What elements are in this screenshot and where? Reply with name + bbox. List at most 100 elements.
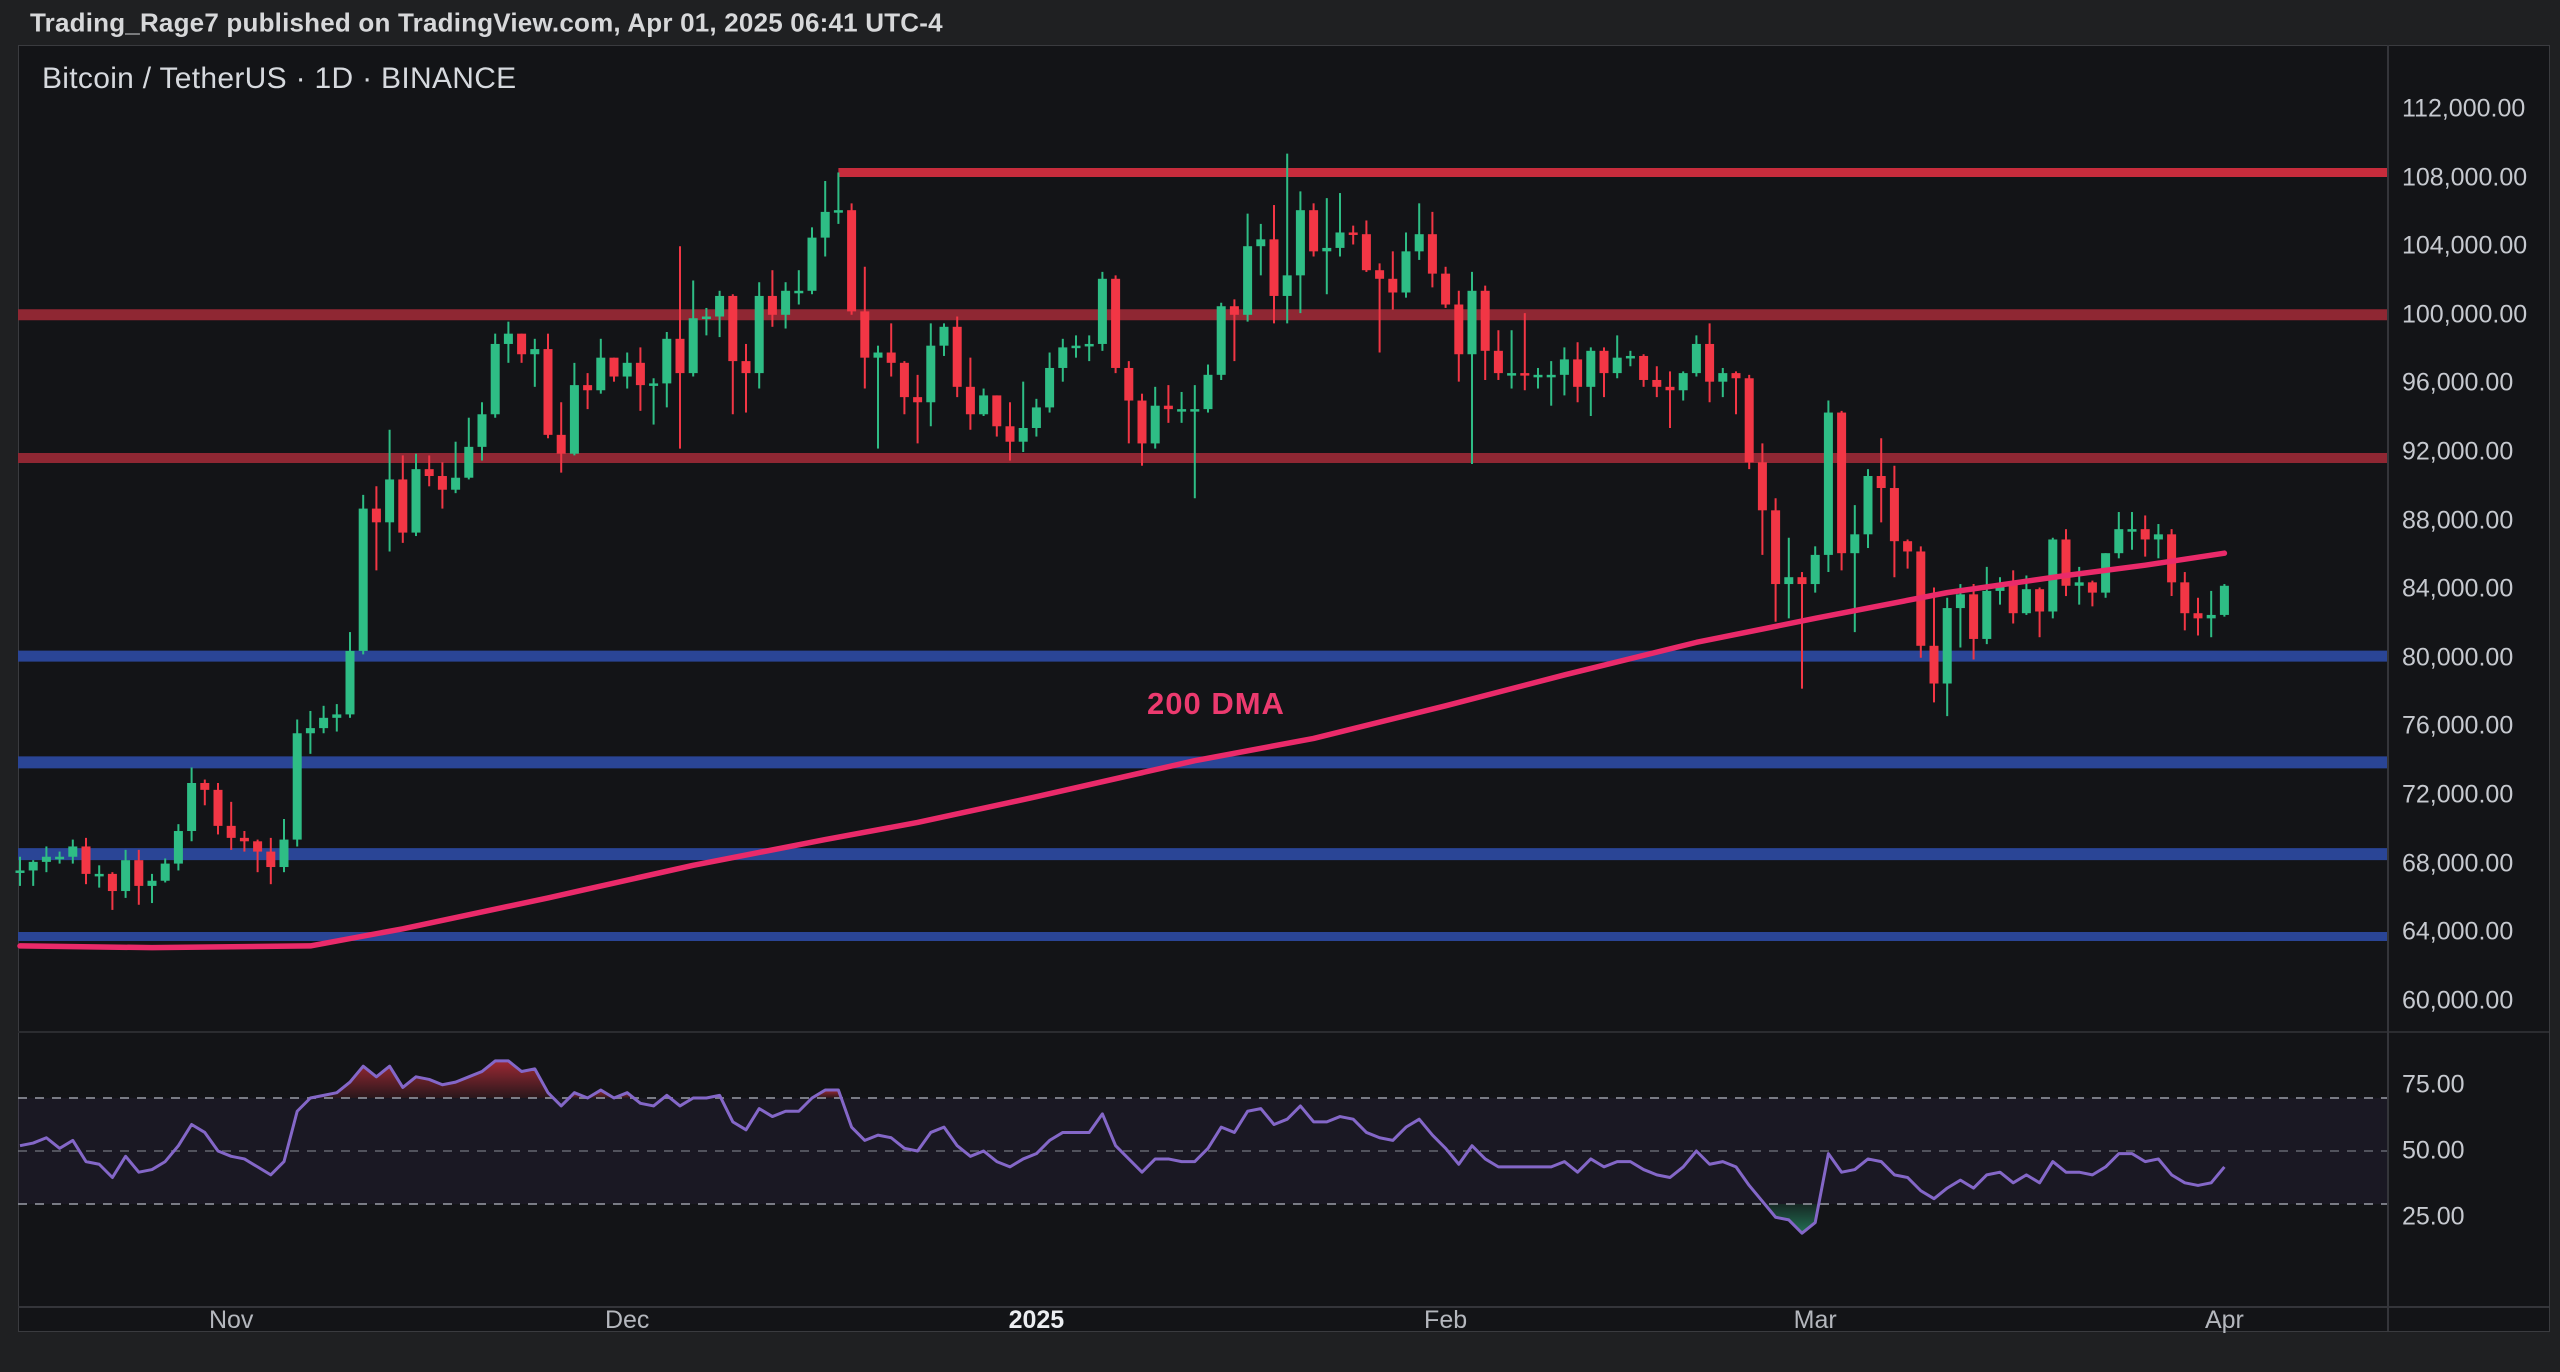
candle-body <box>1481 291 1490 351</box>
candle-body <box>1613 358 1622 373</box>
candle-body <box>1824 413 1833 555</box>
price-axis-label: 68,000.00 <box>2402 849 2513 878</box>
candle-body <box>478 414 487 447</box>
candle-body <box>2220 586 2229 615</box>
candle-body <box>1098 279 1107 344</box>
time-axis-label: Dec <box>605 1308 649 1332</box>
footer-bar: TradingView <box>0 1332 2560 1372</box>
price-axis-label: 60,000.00 <box>2402 986 2513 1015</box>
candle-body <box>1468 291 1477 354</box>
candle-body <box>649 383 658 386</box>
candle-body <box>1547 375 1556 378</box>
candle-body <box>1296 210 1305 275</box>
candle-body <box>1771 510 1780 584</box>
candle-body <box>702 317 711 320</box>
candle-body <box>1666 387 1675 390</box>
candle-body <box>2141 529 2150 539</box>
candle-body <box>1177 409 1186 412</box>
candle-body <box>1956 594 1965 608</box>
candle-body <box>121 860 130 891</box>
candle-body <box>1309 210 1318 251</box>
candle-body <box>1811 555 1820 584</box>
tradingview-snapshot: Trading_Rage7 published on TradingView.c… <box>0 0 2560 1372</box>
candle-body <box>359 509 368 651</box>
candle-body <box>1336 232 1345 247</box>
candle-body <box>1718 373 1727 382</box>
candle-body <box>1428 234 1437 273</box>
candle-body <box>227 826 236 838</box>
candle-body <box>1837 413 1846 554</box>
candle-body <box>2022 589 2031 613</box>
candle-body <box>161 864 170 881</box>
candle-body <box>412 469 421 532</box>
candle-body <box>1402 251 1411 292</box>
candle-body <box>1085 344 1094 347</box>
candle-body <box>1890 488 1899 541</box>
candle-body <box>926 346 935 403</box>
candle-body <box>781 291 790 315</box>
candle-body <box>1903 541 1912 551</box>
price-axis-label: 108,000.00 <box>2402 163 2527 192</box>
candle-body <box>860 311 869 357</box>
candle-body <box>16 870 25 873</box>
price-axis-label: 64,000.00 <box>2402 918 2513 947</box>
candle-body <box>2194 613 2203 618</box>
candle-body <box>1969 594 1978 639</box>
candle-body <box>1652 380 1661 387</box>
candle-body <box>966 387 975 414</box>
price-axis-label: 112,000.00 <box>2402 95 2525 124</box>
candle-body <box>346 651 355 714</box>
candle-body <box>570 385 579 454</box>
candle-body <box>834 210 843 213</box>
candle-body <box>1111 279 1120 368</box>
candle-body <box>808 238 817 291</box>
candle-body <box>1151 406 1160 444</box>
price-axis-label: 76,000.00 <box>2402 712 2513 741</box>
candle-body <box>676 339 685 373</box>
candle-body <box>2207 615 2216 618</box>
candle-body <box>1877 476 1886 488</box>
candle-body <box>1573 359 1582 386</box>
candle-body <box>1006 426 1015 441</box>
candle-body <box>1600 351 1609 373</box>
time-axis-label: Feb <box>1424 1308 1467 1332</box>
candle-body <box>187 783 196 831</box>
candle-body <box>464 447 473 478</box>
candle-body <box>517 334 526 355</box>
candle-body <box>887 353 896 363</box>
candle-body <box>1943 608 1952 683</box>
candle-body <box>1520 373 1529 376</box>
candle-body <box>742 361 751 373</box>
candle-body <box>372 509 381 523</box>
price-axis-label: 80,000.00 <box>2402 643 2513 672</box>
dma-line[interactable] <box>20 553 2224 947</box>
candle-body <box>1217 306 1226 375</box>
candle-body <box>1758 462 1767 510</box>
candle-body <box>1930 646 1939 684</box>
candle-body <box>1454 305 1463 355</box>
candle-body <box>940 327 949 346</box>
candle-body <box>385 479 394 522</box>
candle-body <box>610 358 619 377</box>
candle-body <box>1441 274 1450 305</box>
candle-body <box>451 478 460 490</box>
candle-body <box>1138 401 1147 444</box>
price-axis-label: 88,000.00 <box>2402 506 2513 535</box>
candle-body <box>1560 359 1569 374</box>
candle-body <box>253 841 262 851</box>
candle-body <box>134 860 143 886</box>
candle-body <box>1375 270 1384 279</box>
candle-body <box>398 479 407 532</box>
candle-body <box>1243 246 1252 315</box>
candle-body <box>200 783 209 790</box>
candle-body <box>1270 239 1279 296</box>
dma-annotation-label: 200 DMA <box>1147 686 1285 722</box>
candle-body <box>55 857 64 860</box>
candle-body <box>306 728 315 733</box>
price-axis-label: 72,000.00 <box>2402 781 2513 810</box>
candle-body <box>319 718 328 728</box>
candle-body <box>557 435 566 454</box>
candle-body <box>1230 306 1239 315</box>
price-axis-label: 96,000.00 <box>2402 369 2513 398</box>
candle-body <box>1705 344 1714 382</box>
